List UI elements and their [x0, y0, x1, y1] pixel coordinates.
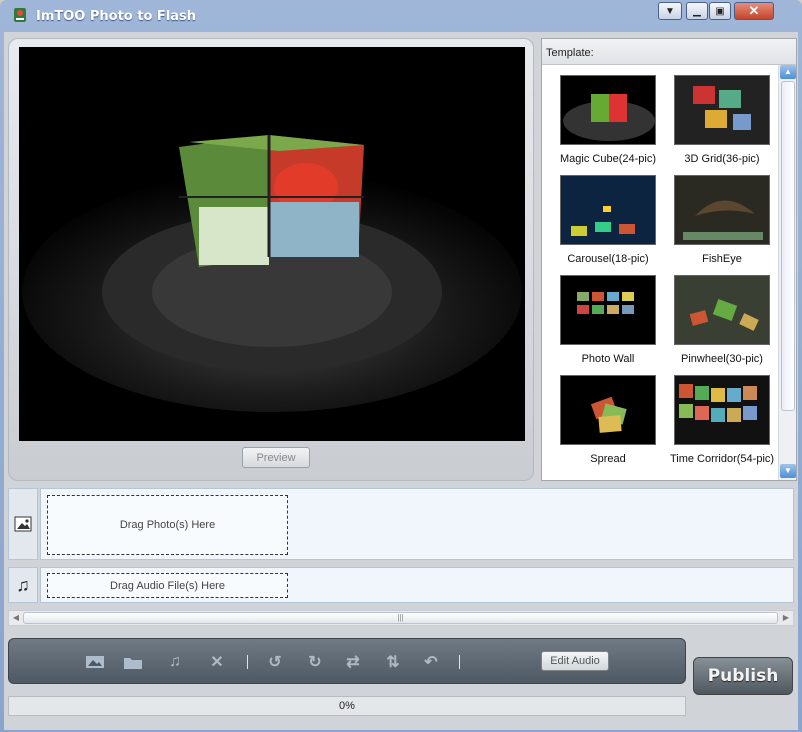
template-pinwheel[interactable]: Pinwheel(30-pic) [666, 275, 778, 365]
rotate-right-icon[interactable]: ↻ [303, 651, 327, 673]
scrollbar-thumb[interactable] [781, 81, 795, 411]
template-photo-wall[interactable]: Photo Wall [552, 275, 664, 365]
add-folder-icon[interactable] [121, 651, 145, 673]
photo-track[interactable]: Drag Photo(s) Here [40, 488, 794, 560]
image-icon [14, 516, 32, 532]
publish-button[interactable]: Publish [693, 657, 793, 695]
progress-bar: 0% [8, 696, 686, 716]
toolbar-separator [247, 655, 248, 669]
bottom-toolbar: ♫ ✕ ↺ ↻ ⇄ ⇅ ↶ Edit Audio [8, 638, 686, 684]
template-thumbnail [560, 75, 656, 145]
scroll-left-arrow-icon[interactable]: ◀ [10, 612, 22, 624]
template-thumbnail [674, 275, 770, 345]
audio-drop-zone[interactable]: Drag Audio File(s) Here [47, 573, 288, 598]
photo-drop-zone[interactable]: Drag Photo(s) Here [47, 495, 288, 555]
template-thumbnail [560, 375, 656, 445]
window-title: ImTOO Photo to Flash [36, 9, 197, 24]
sort-icon[interactable]: ⇅ [381, 651, 405, 673]
close-button[interactable]: ✕ [734, 2, 774, 20]
scroll-up-arrow-icon[interactable]: ▲ [780, 65, 796, 79]
template-label: Time Corridor(54-pic) [669, 453, 775, 465]
edit-audio-button[interactable]: Edit Audio [541, 651, 609, 671]
maximize-button[interactable]: ▣ [709, 2, 731, 20]
minimize-button[interactable]: ▁ [686, 2, 708, 20]
add-photo-icon[interactable] [83, 651, 107, 673]
template-magic-cube[interactable]: Magic Cube(24-pic) [552, 75, 664, 165]
template-thumbnail [560, 175, 656, 245]
template-label: FishEye [702, 253, 742, 265]
audio-track-icon-cell: ♫ [8, 567, 38, 603]
preview-panel: Preview [8, 38, 534, 481]
app-window: ImTOO Photo to Flash ▼ ▁ ▣ ✕ Preview Tem… [0, 0, 802, 732]
template-time-corridor[interactable]: Time Corridor(54-pic) [666, 375, 778, 465]
delete-icon[interactable]: ✕ [205, 651, 229, 673]
music-note-icon: ♫ [16, 574, 30, 595]
main-client-area: Preview Template: Magic Cube(24-pic) 3D … [4, 32, 798, 730]
template-thumbnail [560, 275, 656, 345]
preview-stage [19, 47, 525, 441]
template-spread[interactable]: Spread [552, 375, 664, 465]
menu-dropdown-button[interactable]: ▼ [658, 2, 682, 20]
template-thumbnail [674, 75, 770, 145]
app-icon [14, 8, 26, 22]
scrollbar-thumb[interactable]: ||| [23, 612, 778, 624]
template-3d-grid[interactable]: 3D Grid(36-pic) [666, 75, 778, 165]
title-bar[interactable]: ImTOO Photo to Flash ▼ ▁ ▣ ✕ [0, 0, 802, 32]
template-label: Photo Wall [581, 353, 635, 365]
magic-cube-preview-image [19, 47, 525, 441]
audio-track[interactable]: Drag Audio File(s) Here [40, 567, 794, 603]
template-label: Spread [590, 453, 626, 465]
preview-button[interactable]: Preview [242, 447, 310, 468]
template-label: Magic Cube(24-pic) [560, 153, 656, 165]
template-carousel[interactable]: Carousel(18-pic) [552, 175, 664, 265]
template-panel: Template: Magic Cube(24-pic) 3D Grid(36-… [541, 38, 797, 481]
template-label: Carousel(18-pic) [567, 253, 649, 265]
rotate-left-icon[interactable]: ↺ [263, 651, 287, 673]
scroll-right-arrow-icon[interactable]: ▶ [780, 612, 792, 624]
undo-icon[interactable]: ↶ [419, 651, 443, 673]
add-audio-icon[interactable]: ♫ [163, 651, 187, 673]
scroll-down-arrow-icon[interactable]: ▼ [780, 464, 796, 478]
toolbar-separator [459, 655, 460, 669]
swap-icon[interactable]: ⇄ [341, 651, 365, 673]
timeline-horizontal-scrollbar[interactable]: ◀ ||| ▶ [8, 610, 794, 626]
template-scrollbar[interactable]: ▲ ▼ [778, 65, 796, 480]
progress-text: 0% [339, 700, 355, 712]
template-thumbnail [674, 175, 770, 245]
template-fisheye[interactable]: FishEye [666, 175, 778, 265]
photo-track-icon-cell [8, 488, 38, 560]
template-thumbnail [674, 375, 770, 445]
template-header: Template: [542, 39, 796, 65]
template-label: Pinwheel(30-pic) [681, 353, 763, 365]
template-label: 3D Grid(36-pic) [684, 153, 760, 165]
